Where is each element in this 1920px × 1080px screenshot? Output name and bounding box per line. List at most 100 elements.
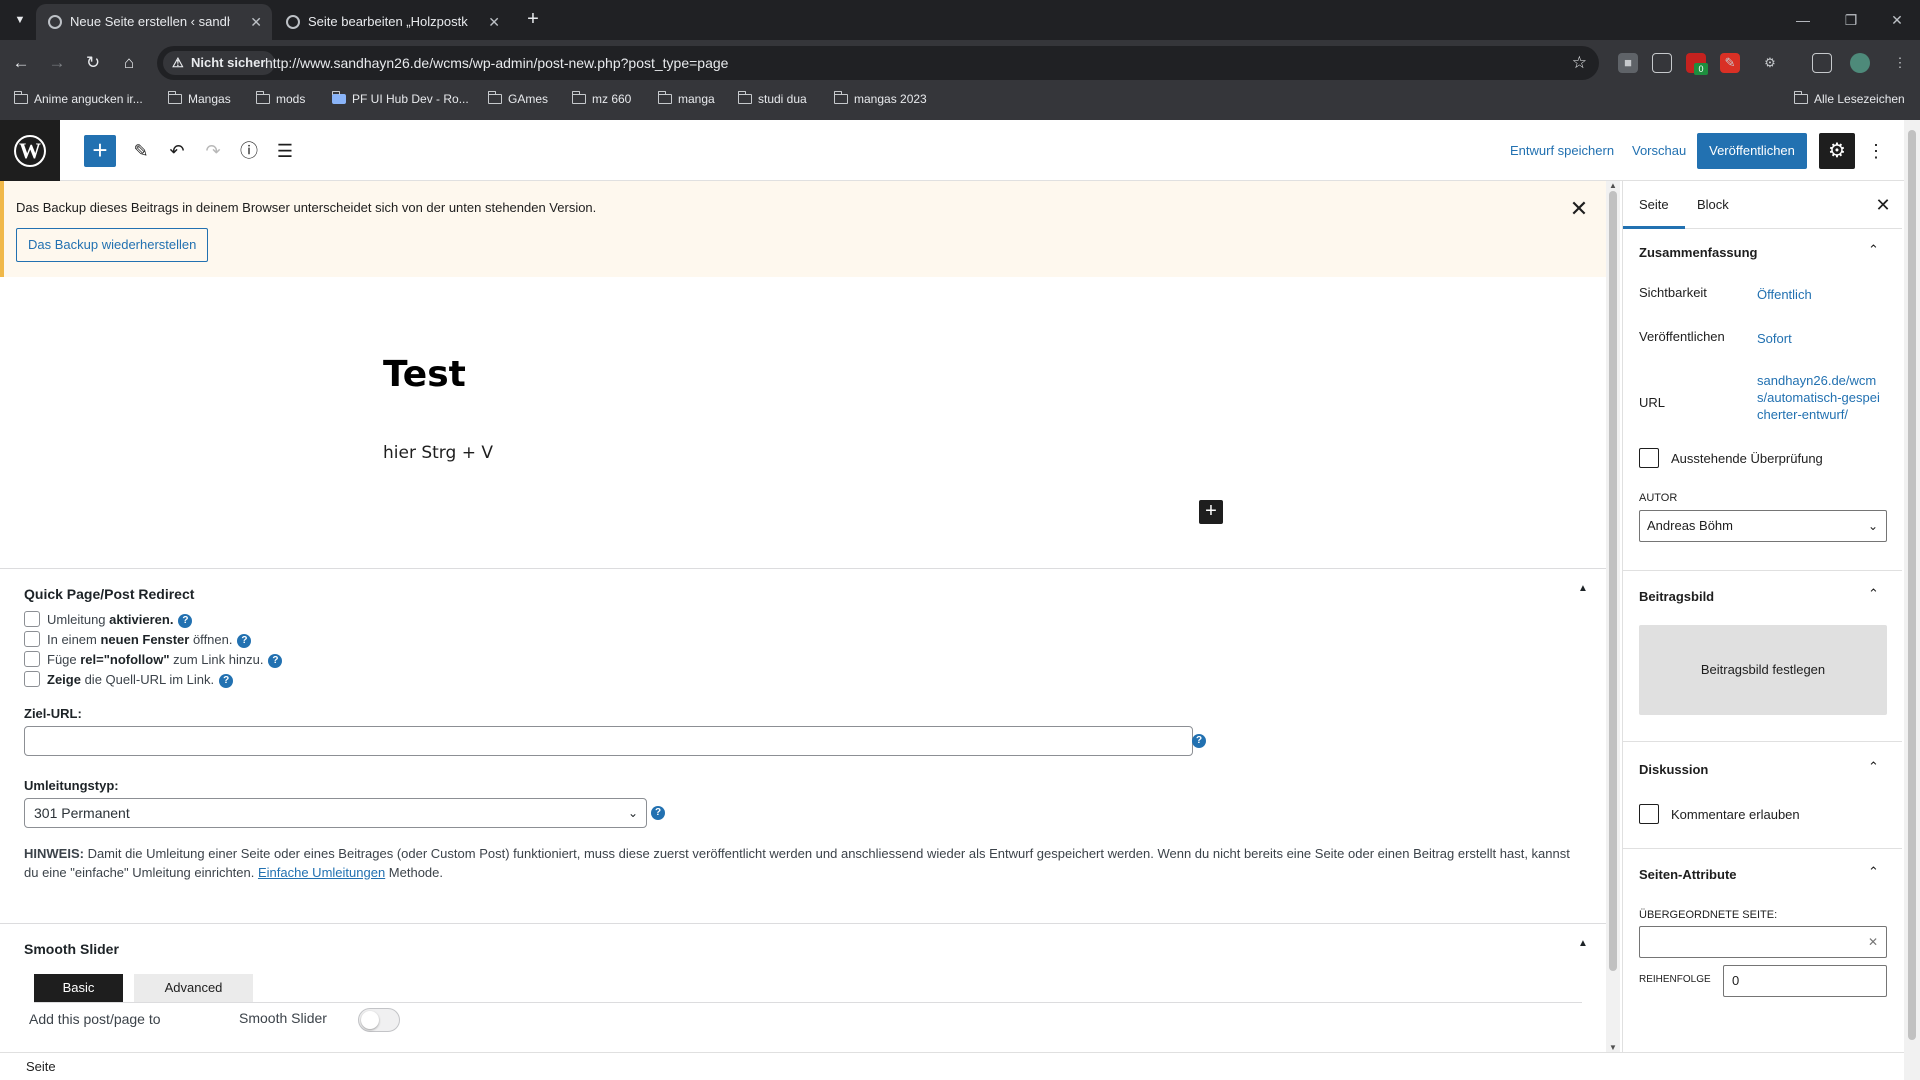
- panel-title[interactable]: Seiten-Attribute: [1639, 867, 1737, 882]
- bookmark-star-icon[interactable]: ☆: [1572, 46, 1587, 80]
- tools-pencil-icon[interactable]: ✎: [126, 135, 156, 167]
- browser-menu-icon[interactable]: ⋮: [1890, 53, 1910, 73]
- collapse-arrow-icon[interactable]: ▲: [1578, 583, 1588, 594]
- tab-page[interactable]: Seite: [1623, 181, 1685, 229]
- all-bookmarks[interactable]: Alle Lesezeichen: [1792, 86, 1905, 112]
- page-scrollbar[interactable]: [1904, 120, 1920, 1080]
- collapse-arrow-icon[interactable]: ▲: [1578, 938, 1588, 949]
- browser-tab[interactable]: Seite bearbeiten „Holzpostkarten“ ✕: [274, 4, 510, 40]
- settings-gear-button[interactable]: ⚙: [1819, 133, 1855, 169]
- allow-comments-checkbox[interactable]: [1639, 804, 1659, 824]
- editor-scrollbar[interactable]: ▲ ▼: [1606, 181, 1620, 1052]
- home-icon[interactable]: ⌂: [116, 50, 142, 76]
- help-icon[interactable]: ?: [1192, 734, 1206, 748]
- author-label: AUTOR: [1639, 492, 1678, 504]
- publish-button[interactable]: Veröffentlichen: [1697, 133, 1807, 169]
- bookmark-item[interactable]: manga: [656, 86, 715, 112]
- parent-page-combobox[interactable]: ✕: [1639, 926, 1887, 958]
- help-icon[interactable]: ?: [268, 653, 283, 668]
- list-view-icon[interactable]: ☰: [270, 135, 300, 167]
- close-icon[interactable]: ✕: [1567, 197, 1591, 221]
- security-chip[interactable]: ⚠ Nicht sicher: [163, 51, 276, 75]
- url-text[interactable]: http://www.sandhayn26.de/wcms/wp-admin/p…: [265, 46, 728, 80]
- chevron-up-icon[interactable]: ⌃: [1868, 242, 1879, 258]
- show-source-url-checkbox[interactable]: [24, 671, 40, 687]
- profile-avatar-icon[interactable]: [1850, 53, 1870, 73]
- bookmark-item[interactable]: mods: [254, 86, 305, 112]
- bookmark-item[interactable]: Mangas: [166, 86, 231, 112]
- tab-search-chevron-icon[interactable]: ▼: [8, 8, 32, 32]
- panel-title[interactable]: Beitragsbild: [1639, 589, 1714, 604]
- bookmark-item[interactable]: mz 660: [570, 86, 631, 112]
- window-close-icon[interactable]: ✕: [1874, 0, 1920, 40]
- wordpress-logo-button[interactable]: W: [0, 120, 60, 181]
- breadcrumb[interactable]: Seite: [26, 1059, 56, 1074]
- clear-icon[interactable]: ✕: [1868, 927, 1878, 957]
- reload-icon[interactable]: ↻: [80, 50, 106, 76]
- bookmark-item[interactable]: mangas 2023: [832, 86, 927, 112]
- close-icon[interactable]: ✕: [1871, 193, 1895, 217]
- chevron-up-icon[interactable]: ⌃: [1868, 586, 1879, 602]
- restore-backup-button[interactable]: Das Backup wiederherstellen: [16, 228, 209, 262]
- scroll-up-icon[interactable]: ▲: [1606, 181, 1620, 190]
- browser-tab-active[interactable]: Neue Seite erstellen ‹ sandhayn26 — Word…: [36, 4, 272, 40]
- panel-title[interactable]: Diskussion: [1639, 762, 1708, 777]
- preview-button[interactable]: Vorschau: [1632, 143, 1686, 158]
- help-icon[interactable]: ?: [178, 613, 193, 628]
- panel-title[interactable]: Zusammenfassung: [1639, 245, 1757, 260]
- help-icon[interactable]: ?: [219, 673, 234, 688]
- back-icon[interactable]: ←: [8, 50, 34, 76]
- smooth-slider-toggle[interactable]: [358, 1008, 400, 1032]
- bookmark-item[interactable]: Anime angucken ir...: [12, 86, 143, 112]
- tab-block[interactable]: Block: [1681, 181, 1745, 229]
- pending-review-checkbox[interactable]: [1639, 448, 1659, 468]
- set-featured-image-button[interactable]: Beitragsbild festlegen: [1639, 625, 1887, 715]
- reader-icon[interactable]: [1652, 53, 1672, 73]
- pdf-extension-icon[interactable]: ✎: [1720, 53, 1740, 73]
- scroll-thumb[interactable]: [1908, 130, 1916, 1040]
- add-block-button[interactable]: +: [1199, 500, 1223, 524]
- new-tab-button[interactable]: +: [520, 7, 546, 33]
- help-icon[interactable]: ?: [237, 633, 252, 648]
- new-window-checkbox[interactable]: [24, 631, 40, 647]
- bookmark-item[interactable]: GAmes: [486, 86, 548, 112]
- save-draft-button[interactable]: Entwurf speichern: [1510, 143, 1614, 158]
- extension-icon[interactable]: ■: [1618, 53, 1638, 73]
- puzzle-icon[interactable]: ⚙: [1760, 53, 1780, 73]
- chevron-up-icon[interactable]: ⌃: [1868, 759, 1879, 775]
- restore-icon[interactable]: ❐: [1828, 0, 1874, 40]
- target-url-input[interactable]: [24, 726, 1193, 756]
- undo-icon[interactable]: ↶: [162, 135, 192, 167]
- tab-basic[interactable]: Basic: [34, 974, 123, 1002]
- publish-date-link[interactable]: Sofort: [1757, 330, 1792, 347]
- minimize-icon[interactable]: —: [1780, 0, 1826, 40]
- tab-close-icon[interactable]: ✕: [488, 4, 500, 40]
- options-menu-icon[interactable]: ⋮: [1866, 133, 1886, 169]
- redirect-active-checkbox[interactable]: [24, 611, 40, 627]
- scroll-thumb[interactable]: [1609, 191, 1617, 971]
- help-icon[interactable]: ?: [651, 806, 665, 820]
- tab-close-icon[interactable]: ✕: [250, 4, 262, 40]
- block-inserter-button[interactable]: +: [84, 135, 116, 167]
- redo-icon[interactable]: ↷: [198, 135, 228, 167]
- address-bar[interactable]: ⚠ Nicht sicher http://www.sandhayn26.de/…: [157, 46, 1599, 80]
- order-input[interactable]: 0: [1723, 965, 1887, 997]
- plus-icon: +: [92, 135, 108, 165]
- visibility-link[interactable]: Öffentlich: [1757, 286, 1812, 303]
- scroll-down-icon[interactable]: ▼: [1606, 1043, 1620, 1052]
- tab-advanced[interactable]: Advanced: [134, 974, 253, 1002]
- author-select[interactable]: Andreas Böhm ⌄: [1639, 510, 1887, 542]
- side-panel-icon[interactable]: [1812, 53, 1832, 73]
- simple-redirects-link[interactable]: Einfache Umleitungen: [258, 865, 385, 880]
- chevron-up-icon[interactable]: ⌃: [1868, 864, 1879, 880]
- nofollow-checkbox[interactable]: [24, 651, 40, 667]
- bookmark-item[interactable]: studi dua: [736, 86, 807, 112]
- details-info-icon[interactable]: ⓘ: [234, 135, 264, 167]
- url-link[interactable]: sandhayn26.de/wcms/automatisch-gespeiche…: [1757, 372, 1885, 423]
- bookmark-item[interactable]: PF UI Hub Dev - Ro...: [330, 86, 469, 112]
- forward-icon[interactable]: →: [44, 50, 70, 76]
- extension-red-icon[interactable]: 0: [1686, 53, 1708, 75]
- redirect-type-select[interactable]: 301 Permanent ⌄: [24, 798, 647, 828]
- paragraph-block[interactable]: hier Strg + V: [383, 443, 493, 463]
- post-title[interactable]: Test: [383, 354, 466, 395]
